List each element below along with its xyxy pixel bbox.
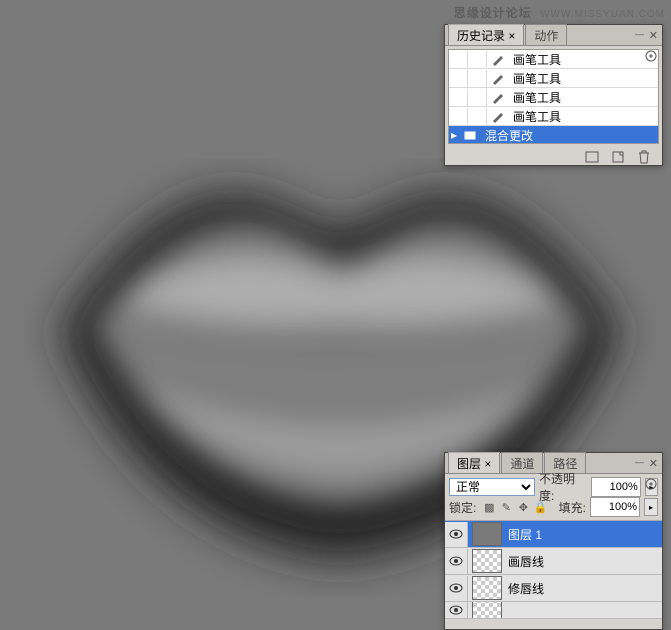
layer-row[interactable]: 修唇线 <box>445 575 662 602</box>
new-document-icon[interactable] <box>610 149 626 165</box>
tab-history[interactable]: 历史记录 × <box>448 24 524 45</box>
history-tabs: 历史记录 × 动作 <box>445 25 662 46</box>
history-footer <box>445 147 662 167</box>
watermark-cn: 思缘设计论坛 <box>454 6 532 20</box>
blend-mode-select[interactable]: 正常 <box>449 478 535 496</box>
panel-close-icon[interactable]: ✕ <box>649 29 658 42</box>
history-row[interactable]: 画笔工具 <box>449 69 658 88</box>
tab-layers-label: 图层 <box>457 457 481 471</box>
visibility-icon[interactable] <box>445 522 468 547</box>
brush-icon <box>487 71 509 85</box>
history-label: 画笔工具 <box>509 89 561 106</box>
layer-row[interactable] <box>445 602 662 619</box>
brush-icon <box>487 109 509 123</box>
tab-channels[interactable]: 通道 <box>501 452 543 473</box>
layer-thumb[interactable] <box>472 549 502 573</box>
brush-icon <box>487 90 509 104</box>
layer-thumb[interactable] <box>472 576 502 600</box>
layer-row[interactable]: 画唇线 <box>445 548 662 575</box>
history-label: 画笔工具 <box>509 51 561 68</box>
layers-panel: — ✕ 图层 × 通道 路径 正常 不透明度: ▸ 锁定: ▩ ✎ ✥ 🔒 填充… <box>444 452 663 630</box>
visibility-icon[interactable] <box>445 602 468 619</box>
history-row[interactable]: 画笔工具 <box>449 50 658 69</box>
panel-collapse-icon[interactable]: — <box>635 29 644 39</box>
new-snapshot-icon[interactable] <box>584 149 600 165</box>
visibility-icon[interactable] <box>445 549 468 574</box>
fill-field[interactable] <box>590 497 640 517</box>
lock-all-icon[interactable]: 🔒 <box>533 500 547 514</box>
lock-icons: ▩ ✎ ✥ 🔒 <box>482 500 547 514</box>
history-label: 画笔工具 <box>509 70 561 87</box>
layers-list: 图层 1 画唇线 修唇线 <box>445 521 662 619</box>
tab-history-label: 历史记录 <box>457 29 505 43</box>
history-label: 混合更改 <box>481 127 533 144</box>
trash-icon[interactable] <box>636 149 652 165</box>
history-list: 画笔工具 画笔工具 画笔工具 画笔工具 ▸ 混合更改 <box>448 49 659 144</box>
layer-row[interactable]: 图层 1 <box>445 521 662 548</box>
layer-name: 图层 1 <box>508 526 542 543</box>
layer-thumb[interactable] <box>472 522 502 546</box>
layer-thumb[interactable] <box>472 602 502 619</box>
brush-icon <box>487 52 509 66</box>
lock-position-icon[interactable]: ✥ <box>516 500 530 514</box>
history-row[interactable]: 画笔工具 <box>449 88 658 107</box>
opacity-field[interactable] <box>591 477 641 497</box>
panel-menu-icon[interactable] <box>644 49 658 63</box>
history-panel: — ✕ 历史记录 × 动作 画笔工具 画笔工具 画笔工具 画笔工具 ▸ <box>444 24 663 166</box>
fill-label: 填充: <box>559 499 586 516</box>
lock-transparency-icon[interactable]: ▩ <box>482 500 496 514</box>
lock-label: 锁定: <box>449 499 476 516</box>
visibility-icon[interactable] <box>445 576 468 601</box>
tab-actions[interactable]: 动作 <box>525 24 567 45</box>
tab-layers[interactable]: 图层 × <box>448 452 500 473</box>
panel-menu-icon[interactable] <box>644 477 658 491</box>
watermark-en: WWW.MISSYUAN.COM <box>540 9 665 20</box>
panel-collapse-icon[interactable]: — <box>635 457 644 467</box>
blend-icon <box>459 128 481 142</box>
layer-name: 修唇线 <box>508 580 544 597</box>
history-label: 画笔工具 <box>509 108 561 125</box>
lock-pixels-icon[interactable]: ✎ <box>499 500 513 514</box>
history-marker-icon: ▸ <box>449 128 459 142</box>
panel-close-icon[interactable]: ✕ <box>649 457 658 470</box>
layers-controls: 正常 不透明度: ▸ 锁定: ▩ ✎ ✥ 🔒 填充: ▸ <box>445 474 662 521</box>
history-row[interactable]: 画笔工具 <box>449 107 658 126</box>
history-row[interactable]: ▸ 混合更改 <box>449 126 658 144</box>
layer-name: 画唇线 <box>508 553 544 570</box>
fill-stepper[interactable]: ▸ <box>644 498 658 516</box>
watermark: 思缘设计论坛 WWW.MISSYUAN.COM <box>454 4 665 21</box>
